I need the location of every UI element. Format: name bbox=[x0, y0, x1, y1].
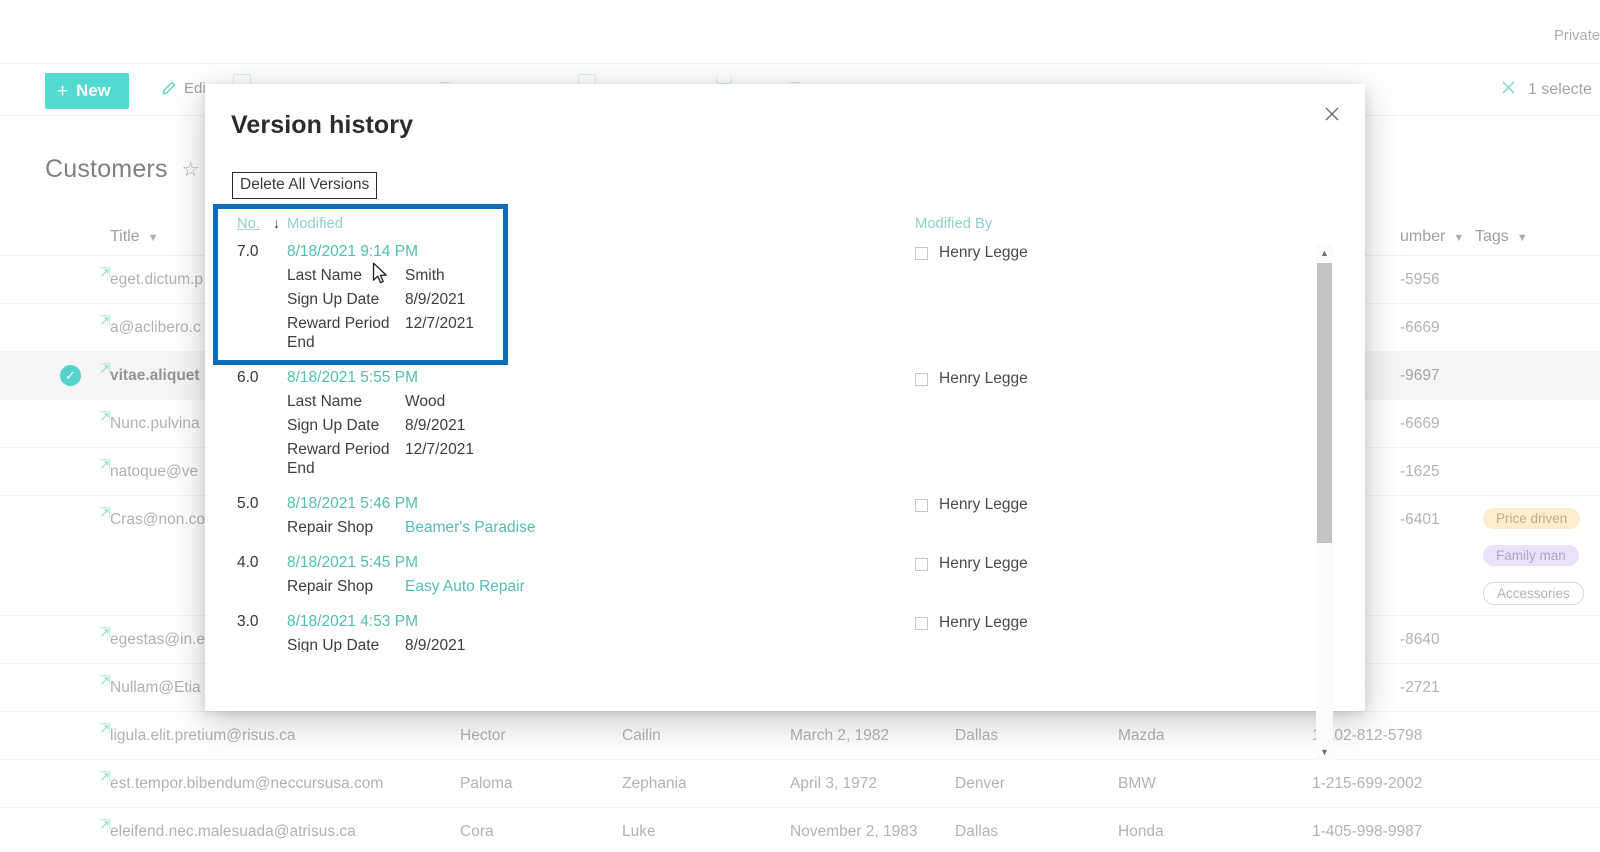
version-modified-by: Henry Legge bbox=[915, 496, 1028, 514]
field-name: Reward Period End bbox=[287, 441, 390, 478]
caret-up-icon[interactable]: ▲ bbox=[1316, 244, 1333, 261]
field-value: Smith bbox=[405, 267, 445, 284]
screen: Private + New Edi 1 selecte Customers ☆ … bbox=[0, 0, 1600, 852]
field-value: 8/9/2021 bbox=[405, 637, 466, 652]
arrow-down-icon: ↓ bbox=[273, 215, 280, 231]
version-table-header: No. ↓ Modified Modified By bbox=[215, 212, 1315, 240]
version-field: Reward Period End 12/7/2021 bbox=[287, 314, 1315, 351]
column-header-no[interactable]: No. bbox=[237, 216, 260, 232]
field-name: Sign Up Date bbox=[287, 417, 380, 434]
version-modified-by-label: Henry Legge bbox=[939, 614, 1028, 631]
version-modified-by-label: Henry Legge bbox=[939, 496, 1028, 513]
version-field: Sign Up Date 8/9/2021 bbox=[287, 636, 1315, 652]
version-modified-by: Henry Legge bbox=[915, 244, 1028, 262]
version-modified-by-label: Henry Legge bbox=[939, 555, 1028, 572]
delete-all-versions-button[interactable]: Delete All Versions bbox=[232, 172, 378, 199]
version-modified-date[interactable]: 8/18/2021 9:14 PM bbox=[287, 243, 418, 261]
field-name: Last Name bbox=[287, 393, 362, 410]
version-modified-by: Henry Legge bbox=[915, 614, 1028, 632]
version-modified-date[interactable]: 8/18/2021 5:55 PM bbox=[287, 369, 418, 387]
caret-down-icon[interactable]: ▼ bbox=[1316, 743, 1333, 760]
version-checkbox[interactable] bbox=[915, 557, 928, 571]
field-value: 8/9/2021 bbox=[405, 291, 466, 308]
version-number: 5.0 bbox=[237, 495, 259, 512]
version-modified-date[interactable]: 8/18/2021 5:46 PM bbox=[287, 495, 418, 513]
version-history-dialog: Version history Delete All Versions No. … bbox=[205, 84, 1365, 760]
version-modified-by: Henry Legge bbox=[915, 370, 1028, 388]
version-field: Repair Shop Easy Auto Repair bbox=[287, 577, 1315, 601]
dialog-scrollbar[interactable]: ▲ ▼ bbox=[1316, 244, 1333, 760]
field-value: 12/7/2021 bbox=[405, 441, 474, 458]
version-modified-by: Henry Legge bbox=[915, 555, 1028, 573]
version-number: 6.0 bbox=[237, 369, 259, 386]
version-field: Reward Period End 12/7/2021 bbox=[287, 440, 1315, 477]
version-checkbox[interactable] bbox=[915, 616, 928, 630]
version-number: 4.0 bbox=[237, 554, 259, 571]
field-value[interactable]: Easy Auto Repair bbox=[405, 577, 525, 597]
version-modified-date[interactable]: 8/18/2021 4:53 PM bbox=[287, 613, 418, 631]
version-field: Repair Shop Beamer's Paradise bbox=[287, 518, 1315, 542]
mouse-cursor bbox=[372, 262, 390, 291]
version-number: 3.0 bbox=[237, 613, 259, 630]
version-checkbox[interactable] bbox=[915, 246, 928, 260]
field-name: Sign Up Date bbox=[287, 291, 380, 308]
field-value[interactable]: Beamer's Paradise bbox=[405, 518, 535, 538]
column-header-modified-by[interactable]: Modified By bbox=[915, 216, 992, 232]
field-name: Repair Shop bbox=[287, 578, 374, 595]
field-value: Wood bbox=[405, 393, 446, 410]
version-entry: 5.0 8/18/2021 5:46 PM Henry Legge Repair… bbox=[215, 492, 1315, 551]
version-entry: 3.0 8/18/2021 4:53 PM Henry Legge Sign U… bbox=[215, 610, 1315, 652]
version-field: Last Name Smith bbox=[287, 266, 1315, 290]
field-value: 12/7/2021 bbox=[405, 315, 474, 332]
column-header-modified[interactable]: Modified bbox=[287, 216, 343, 232]
scrollbar-thumb[interactable] bbox=[1317, 263, 1332, 543]
version-checkbox[interactable] bbox=[915, 372, 928, 386]
field-name: Sign Up Date bbox=[287, 637, 380, 652]
version-checkbox[interactable] bbox=[915, 498, 928, 512]
version-entry: 7.0 8/18/2021 9:14 PM Henry Legge Last N… bbox=[215, 240, 1315, 366]
field-name: Repair Shop bbox=[287, 519, 374, 536]
field-value: 8/9/2021 bbox=[405, 417, 466, 434]
version-number: 7.0 bbox=[237, 243, 259, 260]
version-modified-by-label: Henry Legge bbox=[939, 370, 1028, 387]
version-field: Sign Up Date 8/9/2021 bbox=[287, 290, 1315, 314]
version-modified-date[interactable]: 8/18/2021 5:45 PM bbox=[287, 554, 418, 572]
version-modified-by-label: Henry Legge bbox=[939, 244, 1028, 261]
version-field: Sign Up Date 8/9/2021 bbox=[287, 416, 1315, 440]
close-icon[interactable] bbox=[1312, 96, 1352, 132]
dialog-title: Version history bbox=[231, 111, 414, 139]
version-field: Last Name Wood bbox=[287, 392, 1315, 416]
field-name: Reward Period End bbox=[287, 315, 390, 352]
version-entry: 4.0 8/18/2021 5:45 PM Henry Legge Repair… bbox=[215, 551, 1315, 610]
version-entry: 6.0 8/18/2021 5:55 PM Henry Legge Last N… bbox=[215, 366, 1315, 492]
